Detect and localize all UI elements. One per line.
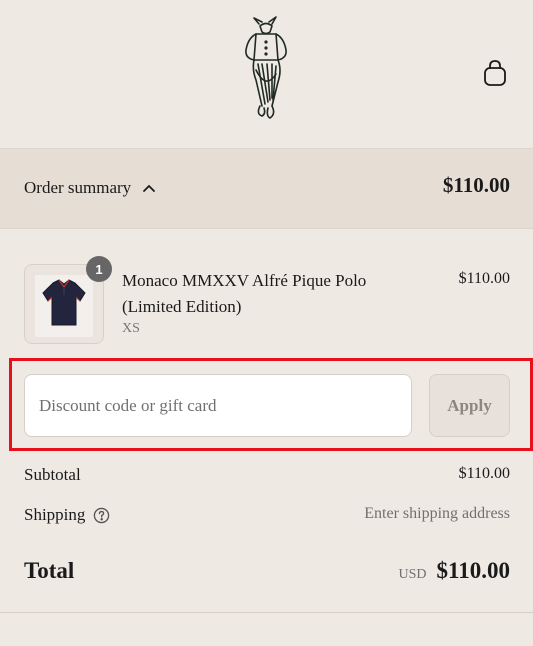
subtotal-row: Subtotal $110.00 bbox=[24, 465, 510, 489]
shipping-row: Shipping Enter shipping address bbox=[24, 505, 510, 529]
order-summary-label: Order summary bbox=[24, 178, 132, 197]
total-row: Total USD $110.00 bbox=[24, 558, 510, 590]
product-price: $110.00 bbox=[458, 270, 510, 287]
total-amount-group: USD $110.00 bbox=[399, 558, 511, 584]
order-summary-toggle[interactable]: Order summary bbox=[24, 175, 157, 201]
currency-code: USD bbox=[398, 567, 427, 582]
divider bbox=[0, 612, 533, 613]
total-label: Total bbox=[24, 558, 75, 583]
boy-sketch-logo-icon[interactable] bbox=[236, 14, 296, 126]
subtotal-label: Subtotal bbox=[24, 465, 81, 484]
shipping-label: Shipping bbox=[24, 505, 86, 524]
question-circle-icon[interactable] bbox=[93, 507, 110, 524]
product-title: Monaco MMXXV Alfré Pique Polo (Limited E… bbox=[122, 271, 367, 316]
order-summary-bar: Order summary $110.00 bbox=[0, 149, 533, 229]
product-variant: XS bbox=[122, 321, 140, 336]
quantity-badge: 1 bbox=[86, 256, 112, 282]
apply-discount-button[interactable]: Apply bbox=[429, 374, 510, 437]
shopping-bag-icon[interactable] bbox=[480, 58, 510, 88]
chevron-up-icon bbox=[143, 184, 156, 192]
site-header bbox=[0, 0, 533, 149]
shipping-label-group: Shipping bbox=[24, 505, 110, 525]
total-amount: $110.00 bbox=[436, 558, 510, 583]
discount-code-input[interactable] bbox=[24, 374, 412, 437]
line-item: 1 Monaco MMXXV Alfré Pique Polo (Limited… bbox=[24, 256, 510, 346]
navy-polo-shirt-icon bbox=[42, 279, 86, 326]
subtotal-value: $110.00 bbox=[458, 465, 510, 482]
order-summary-total: $110.00 bbox=[442, 173, 510, 197]
shipping-value: Enter shipping address bbox=[364, 505, 510, 522]
